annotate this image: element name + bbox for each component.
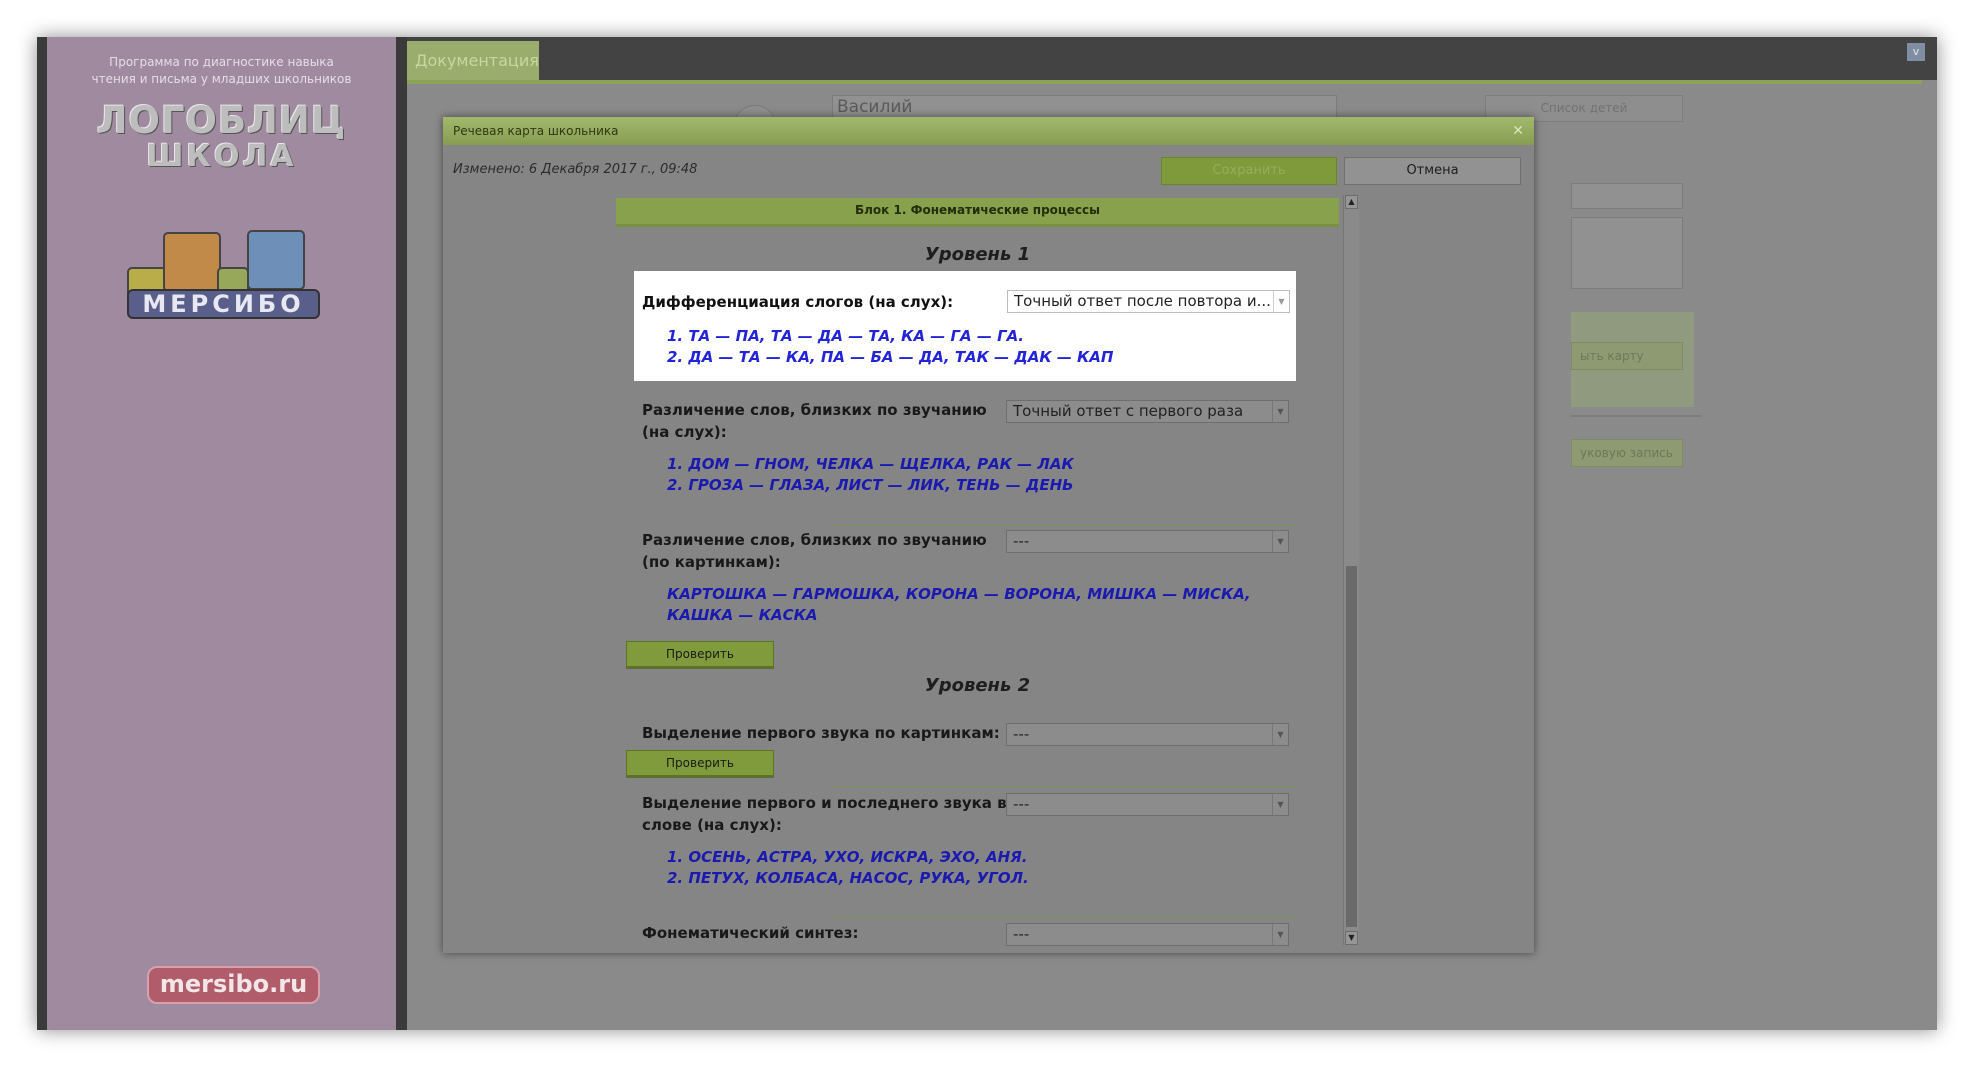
scroll-thumb[interactable]	[1346, 566, 1357, 927]
background-textarea[interactable]	[1571, 217, 1683, 289]
app-window: Программа по диагностике навыка чтения и…	[37, 37, 1937, 1030]
save-button[interactable]: Сохранить	[1161, 157, 1337, 185]
chevron-down-icon: ▼	[1273, 291, 1289, 312]
chevron-down-icon: ▼	[1272, 794, 1288, 815]
answer-select[interactable]: --- ▼	[1006, 723, 1289, 746]
separator	[833, 917, 1298, 918]
answer-select[interactable]: Точный ответ с первого раза ▼	[1006, 400, 1289, 423]
question-label: Дифференциация слогов (на слух):	[642, 293, 954, 311]
answer-select[interactable]: --- ▼	[1006, 793, 1289, 816]
mersibo-brand: МЕРСИБО	[127, 289, 320, 319]
cancel-button[interactable]: Отмена	[1344, 157, 1521, 185]
examples: 1. ДОМ — ГНОМ, ЧЕЛКА — ЩЕЛКА, РАК — ЛАК …	[667, 455, 1074, 494]
chevron-down-icon: ▼	[1272, 401, 1288, 422]
question-label: Фонематический синтез:	[642, 924, 859, 942]
modal-scrollbar[interactable]: ▲ ▼	[1343, 195, 1359, 945]
answer-select[interactable]: --- ▼	[1006, 530, 1289, 553]
modal-title: Речевая карта школьника ✕	[443, 117, 1534, 145]
check-button[interactable]: Проверить	[626, 750, 774, 776]
check-button[interactable]: Проверить	[626, 641, 774, 667]
chevron-down-icon: ▼	[1272, 724, 1288, 745]
examples: 1. ОСЕНЬ, АСТРА, УХО, ИСКРА, ЭХО, АНЯ. 2…	[667, 848, 1029, 887]
scroll-up-icon[interactable]: ▲	[1345, 195, 1358, 209]
mersibo-site-link[interactable]: mersibo.ru	[147, 966, 320, 1004]
collapse-icon[interactable]: v	[1907, 43, 1925, 61]
answer-select[interactable]: --- ▼	[1006, 923, 1289, 946]
examples: КАРТОШКА — ГАРМОШКА, КОРОНА — ВОРОНА, МИ…	[667, 585, 1251, 624]
blue-cube-icon	[247, 230, 305, 290]
tab-underline	[407, 80, 1922, 84]
chevron-down-icon: ▼	[1272, 924, 1288, 945]
tab-documentation[interactable]: Документация	[407, 41, 539, 80]
background-input[interactable]	[1571, 183, 1683, 209]
level-2-heading: Уровень 2	[924, 675, 1031, 696]
question-label: Различение слов, близких по звучанию (на…	[642, 401, 987, 441]
separator	[833, 524, 1298, 525]
close-icon[interactable]: ✕	[1512, 123, 1524, 139]
question-label: Выделение первого звука по картинкам:	[642, 724, 1000, 742]
changed-date: Изменено: 6 Декабря 2017 г., 09:48	[453, 162, 698, 177]
tab-bar: Документация v	[407, 37, 1937, 80]
open-card-button[interactable]: ыть карту	[1571, 342, 1683, 370]
logo-title: ЛОГОБЛИЦ ШКОЛА	[96, 99, 347, 174]
program-tagline: Программа по диагностике навыка чтения и…	[91, 55, 352, 86]
chevron-down-icon: ▼	[1272, 531, 1288, 552]
level-1-heading: Уровень 1	[924, 244, 1031, 265]
sidebar: Программа по диагностике навыка чтения и…	[47, 37, 396, 1030]
block-header: Блок 1. Фонематические процессы	[616, 198, 1339, 227]
question-label: Выделение первого и последнего звука в с…	[642, 794, 1007, 834]
scroll-down-icon[interactable]: ▼	[1345, 931, 1358, 945]
question-label: Различение слов, близких по звучанию (по…	[642, 531, 987, 571]
separator	[833, 787, 1298, 788]
background-divider	[1571, 415, 1701, 417]
highlighted-question: Дифференциация слогов (на слух): Точный …	[634, 271, 1296, 381]
speech-card-modal: Речевая карта школьника ✕ Изменено: 6 Де…	[443, 117, 1534, 953]
examples: 1. ТА — ПА, ТА — ДА — ТА, КА — ГА — ГА. …	[667, 327, 1114, 366]
orange-cube-icon	[163, 232, 221, 292]
audio-record-button[interactable]: уковую запись	[1571, 439, 1683, 467]
answer-select[interactable]: Точный ответ после повтора и... ▼	[1007, 290, 1290, 313]
